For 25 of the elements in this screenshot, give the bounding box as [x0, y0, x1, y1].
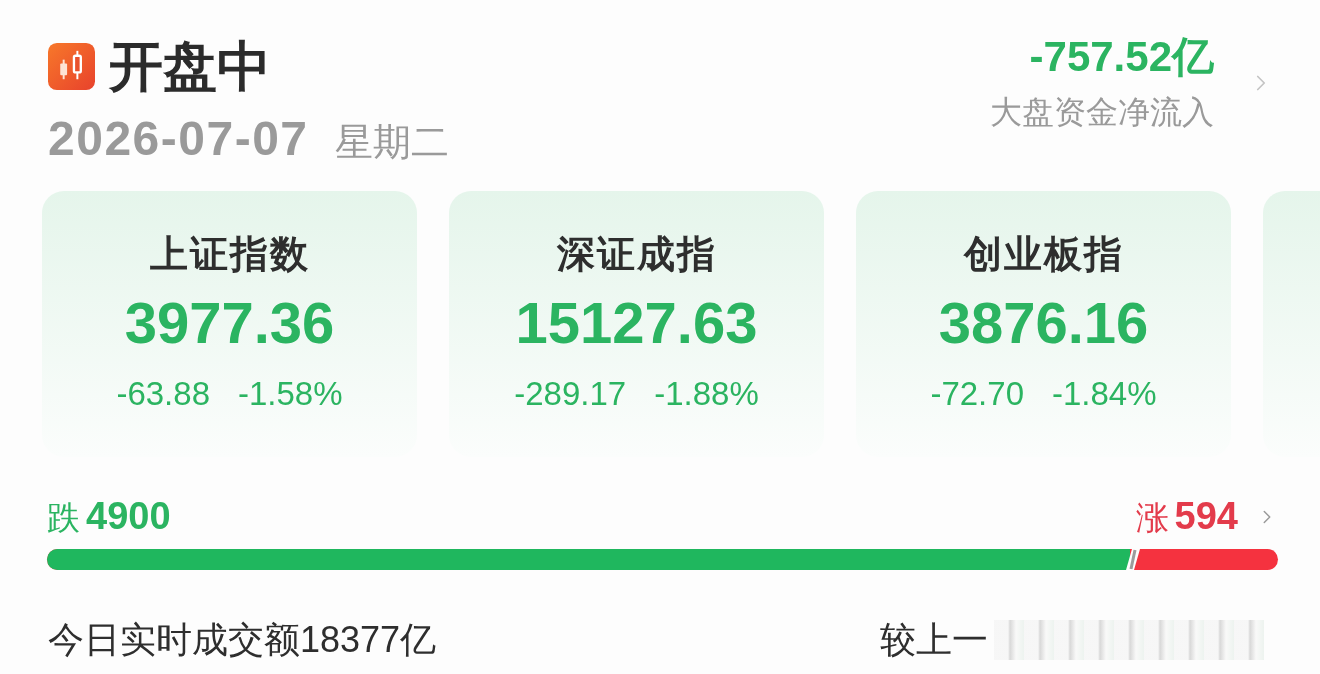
- index-value: 3876.16: [938, 291, 1149, 355]
- decline-label: 跌: [47, 498, 80, 538]
- slash-divider-icon: [1126, 549, 1141, 570]
- date-text: 2026-07-07: [48, 113, 309, 165]
- candlestick-icon: [48, 42, 95, 90]
- weekday-text: 星期二: [334, 120, 449, 164]
- advance-count: 594: [1174, 494, 1238, 538]
- index-change: -289.17: [514, 375, 627, 413]
- advance-label: 涨: [1135, 498, 1169, 538]
- net-inflow-value: -757.52亿: [1029, 34, 1214, 79]
- index-name: 上证指数: [149, 232, 310, 277]
- comparison-text: 较上一: [880, 618, 988, 662]
- index-change: -72.70: [930, 375, 1024, 413]
- index-value: 3977.36: [124, 291, 335, 355]
- index-change-percent: -1.84%: [1052, 375, 1157, 413]
- net-inflow-label: 大盘资金净流入: [990, 92, 1214, 132]
- turnover-text: 今日实时成交额18377亿: [48, 618, 438, 662]
- index-value: 15127.63: [515, 291, 758, 355]
- market-status-title: 开盘中: [109, 38, 271, 94]
- index-name: 深证成指: [556, 232, 717, 277]
- index-name: 创业板指: [963, 232, 1124, 277]
- decline-count: 4900: [86, 494, 171, 538]
- index-change-percent: -1.58%: [238, 375, 343, 413]
- index-change-percent: -1.88%: [654, 375, 759, 413]
- index-change: -63.88: [116, 375, 210, 413]
